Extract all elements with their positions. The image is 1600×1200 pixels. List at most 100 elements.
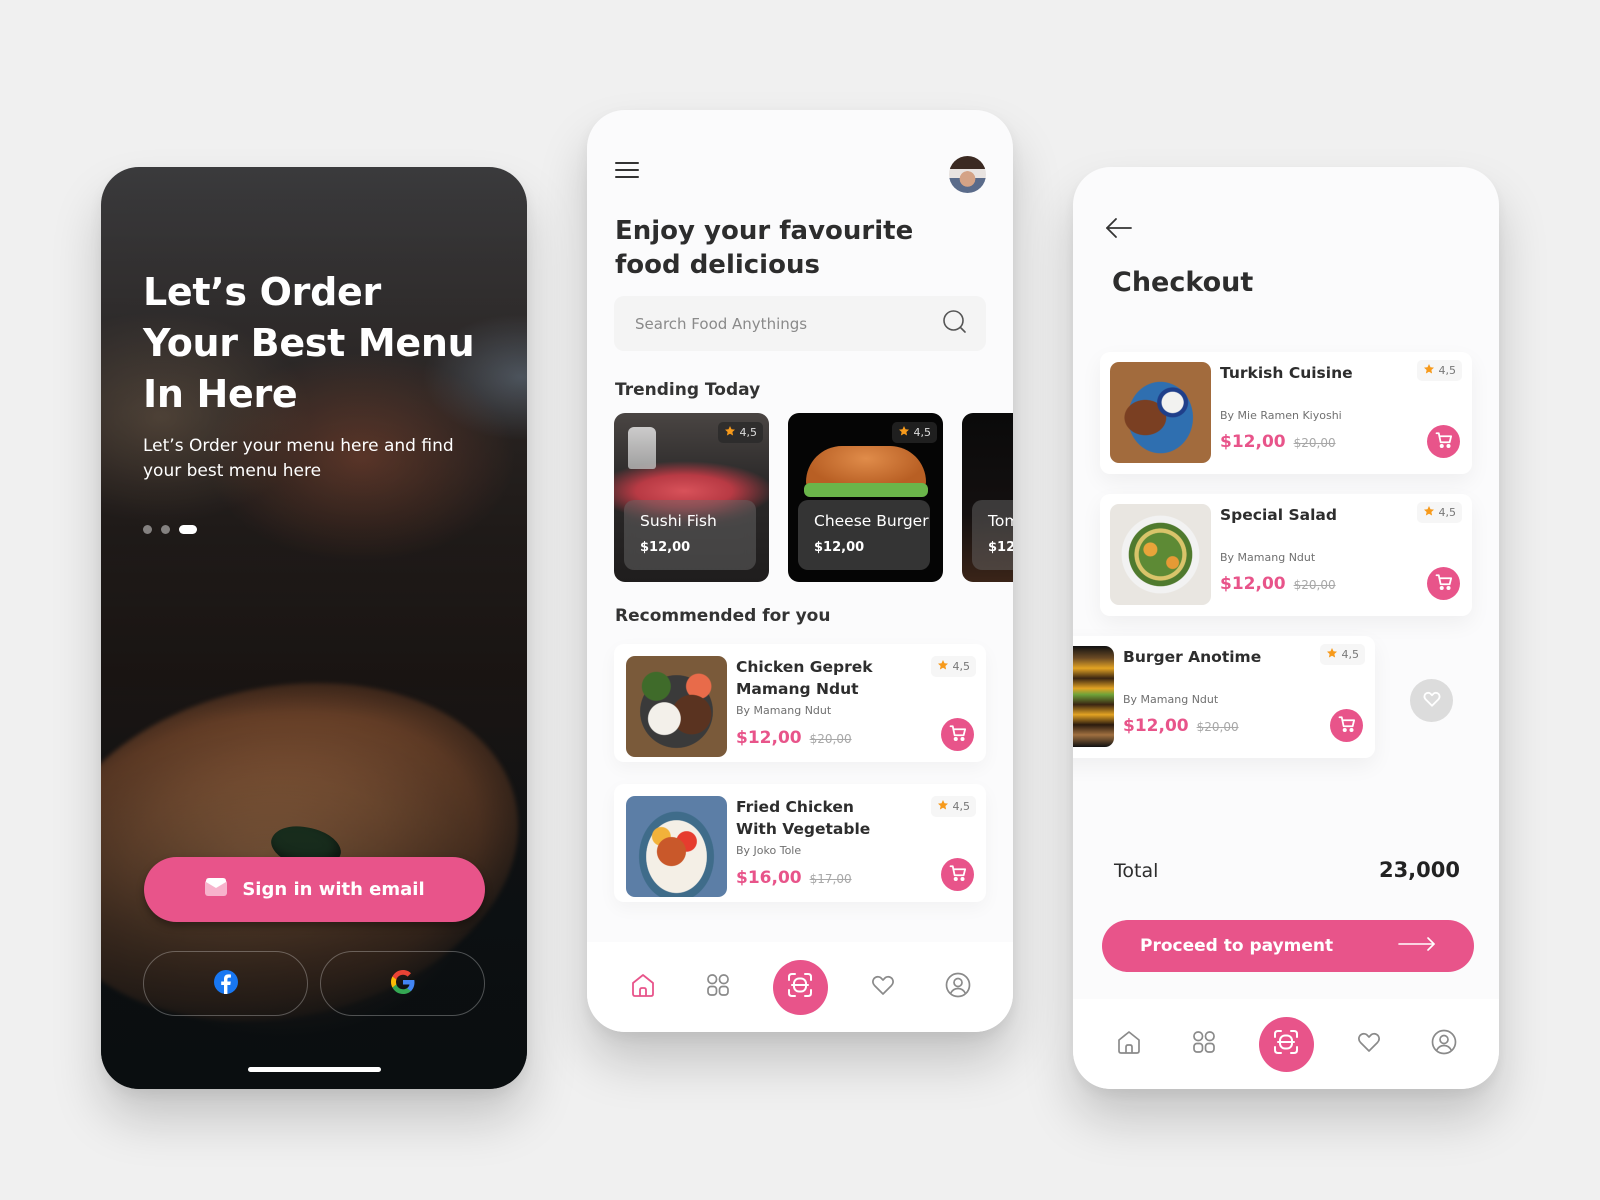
- cart-icon: [1338, 715, 1356, 737]
- price-row: $12,00 $20,00: [1123, 716, 1239, 736]
- rating-value: 4,5: [1341, 648, 1360, 661]
- star-icon: [937, 799, 949, 814]
- lettuce-decoration: [804, 483, 928, 497]
- rating-badge: 4,5: [1416, 502, 1462, 523]
- checkout-item-swiped[interactable]: Burger Anotime By Mamang Ndut $12,00 $20…: [1073, 636, 1375, 758]
- proceed-to-payment-label: Proceed to payment: [1140, 936, 1334, 956]
- sign-in-email-button[interactable]: Sign in with email: [144, 857, 485, 922]
- grid-icon: [1191, 1029, 1217, 1059]
- grid-icon: [705, 972, 731, 1002]
- search-icon[interactable]: [942, 309, 968, 339]
- price-row: $12,00 $20,00: [736, 728, 852, 748]
- star-icon: [1326, 647, 1338, 662]
- cart-icon: [949, 864, 967, 886]
- checkout-screen: Checkout Turkish Cuisine By Mie Ramen Ki…: [1073, 167, 1499, 1089]
- add-to-cart-button[interactable]: [1427, 567, 1460, 600]
- home-screen: Enjoy your favourite food delicious Tren…: [587, 110, 1013, 1032]
- checkout-title: Checkout: [1112, 267, 1254, 298]
- sauce-bottle-decoration: [628, 427, 656, 469]
- facebook-icon: [213, 969, 238, 998]
- title-line: food delicious: [615, 250, 820, 280]
- rating-badge: 4,5: [1319, 644, 1365, 665]
- title-line: In Here: [143, 372, 298, 416]
- search-input[interactable]: [635, 314, 942, 333]
- food-vendor: By Mamang Ndut: [736, 704, 832, 717]
- home-indicator-bar[interactable]: [248, 1067, 381, 1072]
- add-to-cart-button[interactable]: [941, 858, 974, 891]
- tab-favourites[interactable]: [863, 967, 903, 1007]
- tab-profile[interactable]: [938, 967, 978, 1007]
- checkout-item[interactable]: Special Salad By Mamang Ndut $12,00 $20,…: [1100, 494, 1472, 616]
- food-name-line: Mamang Ndut: [736, 680, 859, 698]
- user-icon: [1431, 1029, 1457, 1059]
- facebook-login-button[interactable]: [143, 951, 308, 1016]
- favourite-button[interactable]: [1410, 679, 1453, 722]
- trending-card[interactable]: Tom $12: [962, 413, 1013, 582]
- tab-scan[interactable]: [772, 959, 828, 1015]
- add-to-cart-button[interactable]: [941, 718, 974, 751]
- price-row: $12,00 $20,00: [1220, 432, 1336, 452]
- checkout-item[interactable]: Turkish Cuisine By Mie Ramen Kiyoshi $12…: [1100, 352, 1472, 474]
- trending-card[interactable]: 4,5 Cheese Burger $12,00: [788, 413, 943, 582]
- onboarding-subtitle: Let’s Order your menu here and find your…: [143, 436, 454, 481]
- tab-home[interactable]: [1109, 1024, 1149, 1064]
- google-login-button[interactable]: [320, 951, 485, 1016]
- back-button[interactable]: [1105, 217, 1135, 241]
- add-to-cart-button[interactable]: [1427, 425, 1460, 458]
- trending-price: $12: [988, 540, 1013, 555]
- title-line: Your Best Menu: [143, 321, 475, 365]
- tab-favourites[interactable]: [1349, 1024, 1389, 1064]
- user-avatar[interactable]: [949, 156, 986, 193]
- tab-categories[interactable]: [1184, 1024, 1224, 1064]
- proceed-to-payment-button[interactable]: Proceed to payment: [1102, 920, 1474, 972]
- trending-price: $12,00: [640, 540, 691, 555]
- user-icon: [945, 972, 971, 1002]
- home-title: Enjoy your favourite food delicious: [615, 214, 945, 282]
- rating-value: 4,5: [1438, 506, 1457, 519]
- star-icon: [1423, 505, 1435, 520]
- tab-scan[interactable]: [1258, 1016, 1314, 1072]
- add-to-cart-button[interactable]: [1330, 709, 1363, 742]
- home-icon: [1116, 1029, 1142, 1059]
- title-line: Let’s Order: [143, 270, 381, 314]
- recommended-item[interactable]: Fried Chicken With Vegetable By Joko Tol…: [614, 784, 986, 902]
- original-price: $20,00: [809, 732, 852, 746]
- trending-name: Cheese Burger: [814, 512, 929, 530]
- scan-icon: [1272, 1028, 1300, 1060]
- food-image: [1073, 646, 1114, 747]
- trending-name: Tom: [988, 512, 1013, 530]
- recommended-item[interactable]: Chicken Geprek Mamang Ndut By Mamang Ndu…: [614, 644, 986, 762]
- food-image: [626, 796, 727, 897]
- star-icon: [1423, 363, 1435, 378]
- rating-value: 4,5: [952, 660, 971, 673]
- google-icon: [390, 969, 415, 998]
- bottom-tab-bar: [587, 942, 1013, 1032]
- pagination-dot[interactable]: [143, 525, 152, 534]
- food-vendor: By Mamang Ndut: [1123, 693, 1219, 706]
- total-value: 23,000: [1378, 858, 1460, 882]
- food-image: [1110, 362, 1211, 463]
- cart-icon: [1435, 431, 1453, 453]
- pagination-dot-active[interactable]: [179, 525, 197, 534]
- search-bar: [614, 296, 986, 351]
- food-image: [1110, 504, 1211, 605]
- food-name: Chicken Geprek Mamang Ndut: [736, 656, 873, 700]
- tab-profile[interactable]: [1424, 1024, 1464, 1064]
- hamburger-menu-icon[interactable]: [615, 160, 639, 180]
- tab-home[interactable]: [623, 967, 663, 1007]
- tab-categories[interactable]: [698, 967, 738, 1007]
- pagination-dot[interactable]: [161, 525, 170, 534]
- original-price: $20,00: [1293, 436, 1336, 450]
- price-row: $12,00 $20,00: [1220, 574, 1336, 594]
- recommended-title: Recommended for you: [615, 606, 831, 626]
- home-icon: [630, 972, 656, 1002]
- food-name-line: Chicken Geprek: [736, 658, 873, 676]
- food-name: Turkish Cuisine: [1220, 364, 1353, 382]
- current-price: $12,00: [1220, 432, 1286, 452]
- star-icon: [937, 659, 949, 674]
- heart-icon: [870, 972, 896, 1002]
- trending-card[interactable]: 4,5 Sushi Fish $12,00: [614, 413, 769, 582]
- title-line: Enjoy your favourite: [615, 216, 914, 246]
- rating-badge: 4,5: [891, 422, 937, 443]
- sign-in-email-label: Sign in with email: [242, 879, 425, 900]
